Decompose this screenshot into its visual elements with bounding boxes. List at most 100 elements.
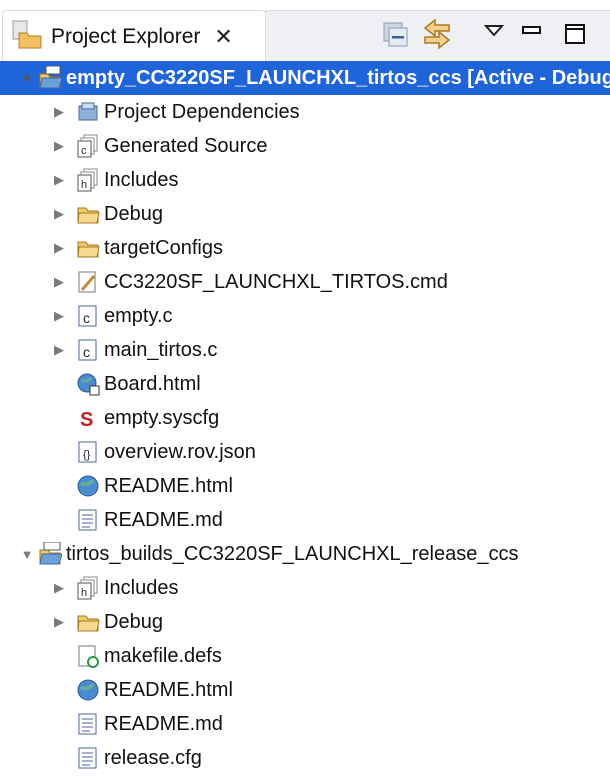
- cmd-file-icon: [76, 270, 100, 294]
- svg-text:c: c: [83, 310, 90, 326]
- makefile-icon: [76, 644, 100, 668]
- tree-item-label: Debug: [104, 202, 163, 225]
- tab-project-explorer[interactable]: Project Explorer ✕: [2, 10, 266, 62]
- folder-icon: [76, 610, 100, 634]
- collapsed-arrow-icon[interactable]: ▶: [52, 138, 66, 153]
- svg-text:c: c: [81, 145, 87, 157]
- tree-item-label: CC3220SF_LAUNCHXL_TIRTOS.cmd: [104, 270, 448, 293]
- tree-item[interactable]: release.cfg: [0, 741, 610, 775]
- tree-item[interactable]: ▶ Debug: [0, 197, 610, 231]
- html-file-icon: [76, 474, 100, 498]
- collapsed-arrow-icon[interactable]: ▶: [52, 580, 66, 595]
- tree-item[interactable]: ▶ h Includes: [0, 163, 610, 197]
- tree-item-label: README.md: [104, 712, 223, 735]
- tree-item[interactable]: README.html: [0, 673, 610, 707]
- collapsed-arrow-icon[interactable]: ▶: [52, 172, 66, 187]
- no-expander: [52, 649, 66, 663]
- generated-source-icon: c: [76, 134, 100, 158]
- tree-item-label: makefile.defs: [104, 644, 222, 667]
- folder-icon: [76, 202, 100, 226]
- collapse-all-icon[interactable]: [380, 20, 410, 48]
- no-expander: [52, 479, 66, 493]
- view-title: Project Explorer: [51, 24, 201, 48]
- collapsed-arrow-icon[interactable]: ▶: [52, 274, 66, 289]
- c-file-icon: c: [76, 304, 100, 328]
- folder-icon: [76, 236, 100, 260]
- svg-text:h: h: [81, 179, 87, 191]
- tree-item[interactable]: README.html: [0, 469, 610, 503]
- html-file-icon: [76, 678, 100, 702]
- no-expander: [52, 717, 66, 731]
- tree-item-label: main_tirtos.c: [104, 338, 218, 361]
- svg-text:h: h: [81, 587, 87, 599]
- tree-item-label: tirtos_builds_CC3220SF_LAUNCHXL_release_…: [66, 542, 519, 565]
- expanded-arrow-icon[interactable]: ▼: [20, 71, 34, 86]
- collapsed-arrow-icon[interactable]: ▶: [52, 614, 66, 629]
- minimize-icon[interactable]: [520, 16, 544, 44]
- close-icon[interactable]: ✕: [214, 24, 232, 50]
- expanded-arrow-icon[interactable]: ▼: [20, 547, 34, 562]
- collapsed-arrow-icon[interactable]: ▶: [52, 342, 66, 357]
- tree-item[interactable]: {} overview.rov.json: [0, 435, 610, 469]
- tree-item[interactable]: Board.html: [0, 367, 610, 401]
- no-expander: [52, 377, 66, 391]
- tree-item[interactable]: Sempty.syscfg: [0, 401, 610, 435]
- text-file-icon: [76, 508, 100, 532]
- rtsc-project-icon: [38, 541, 63, 566]
- project-explorer-icon: [11, 19, 43, 54]
- includes-icon: h: [76, 576, 100, 600]
- tree-item-label: overview.rov.json: [104, 440, 256, 463]
- tree-item-label: targetConfigs: [104, 236, 223, 259]
- tree-item-label: README.html: [104, 678, 233, 701]
- tree-item-label: Includes: [104, 576, 179, 599]
- tree-item-label: README.html: [104, 474, 233, 497]
- text-file-icon: [76, 712, 100, 736]
- no-expander: [52, 683, 66, 697]
- tree-item[interactable]: ▶ targetConfigs: [0, 231, 610, 265]
- json-file-icon: {}: [76, 440, 100, 464]
- no-expander: [52, 513, 66, 527]
- view-menu-icon[interactable]: [482, 16, 506, 44]
- svg-text:S: S: [80, 409, 93, 430]
- collapsed-arrow-icon[interactable]: ▶: [52, 240, 66, 255]
- includes-icon: h: [76, 168, 100, 192]
- tree-item-label: README.md: [104, 508, 223, 531]
- dependencies-icon: [76, 100, 100, 124]
- collapsed-arrow-icon[interactable]: ▶: [52, 104, 66, 119]
- tree-item-label: empty_CC3220SF_LAUNCHXL_tirtos_ccs [Acti…: [66, 66, 610, 89]
- no-expander: [52, 411, 66, 425]
- no-expander: [52, 751, 66, 765]
- svg-text:{}: {}: [83, 449, 91, 461]
- collapsed-arrow-icon[interactable]: ▶: [52, 308, 66, 323]
- maximize-icon[interactable]: [562, 20, 588, 48]
- tree-item-label: empty.c: [104, 304, 173, 327]
- tree-item-label: release.cfg: [104, 746, 202, 769]
- tree-project-item[interactable]: ▼ empty_CC3220SF_LAUNCHXL_tirtos_ccs [Act…: [0, 61, 610, 95]
- svg-text:c: c: [83, 344, 90, 360]
- tree-item-label: Generated Source: [104, 134, 268, 157]
- syscfg-icon: S: [76, 406, 100, 431]
- collapsed-arrow-icon[interactable]: ▶: [52, 206, 66, 221]
- no-expander: [52, 445, 66, 459]
- tree-item[interactable]: ▶ c main_tirtos.c: [0, 333, 610, 367]
- tree-item[interactable]: ▶ CC3220SF_LAUNCHXL_TIRTOS.cmd: [0, 265, 610, 299]
- tree-item[interactable]: ▶ h Includes: [0, 571, 610, 605]
- ccs-project-icon: [38, 65, 63, 90]
- tree-item[interactable]: ▶ c empty.c: [0, 299, 610, 333]
- tree-item-label: Project Dependencies: [104, 100, 300, 123]
- html-link-icon: [76, 372, 100, 396]
- tree-item[interactable]: ▶ c Generated Source: [0, 129, 610, 163]
- c-file-icon: c: [76, 338, 100, 362]
- tree-item[interactable]: ▶ Debug: [0, 605, 610, 639]
- tree-item-label: empty.syscfg: [104, 406, 220, 429]
- tree-item[interactable]: README.md: [0, 707, 610, 741]
- link-with-editor-icon[interactable]: [420, 18, 454, 50]
- tree-item[interactable]: ▶ Project Dependencies: [0, 95, 610, 129]
- project-tree[interactable]: ▼ empty_CC3220SF_LAUNCHXL_tirtos_ccs [Act…: [0, 61, 610, 775]
- tree-item[interactable]: README.md: [0, 503, 610, 537]
- view-header: Project Explorer ✕: [0, 0, 610, 62]
- tree-item[interactable]: makefile.defs: [0, 639, 610, 673]
- tree-item-label: Includes: [104, 168, 179, 191]
- tree-project-item[interactable]: ▼ tirtos_builds_CC3220SF_LAUNCHXL_release…: [0, 537, 610, 571]
- text-file-icon: [76, 746, 100, 770]
